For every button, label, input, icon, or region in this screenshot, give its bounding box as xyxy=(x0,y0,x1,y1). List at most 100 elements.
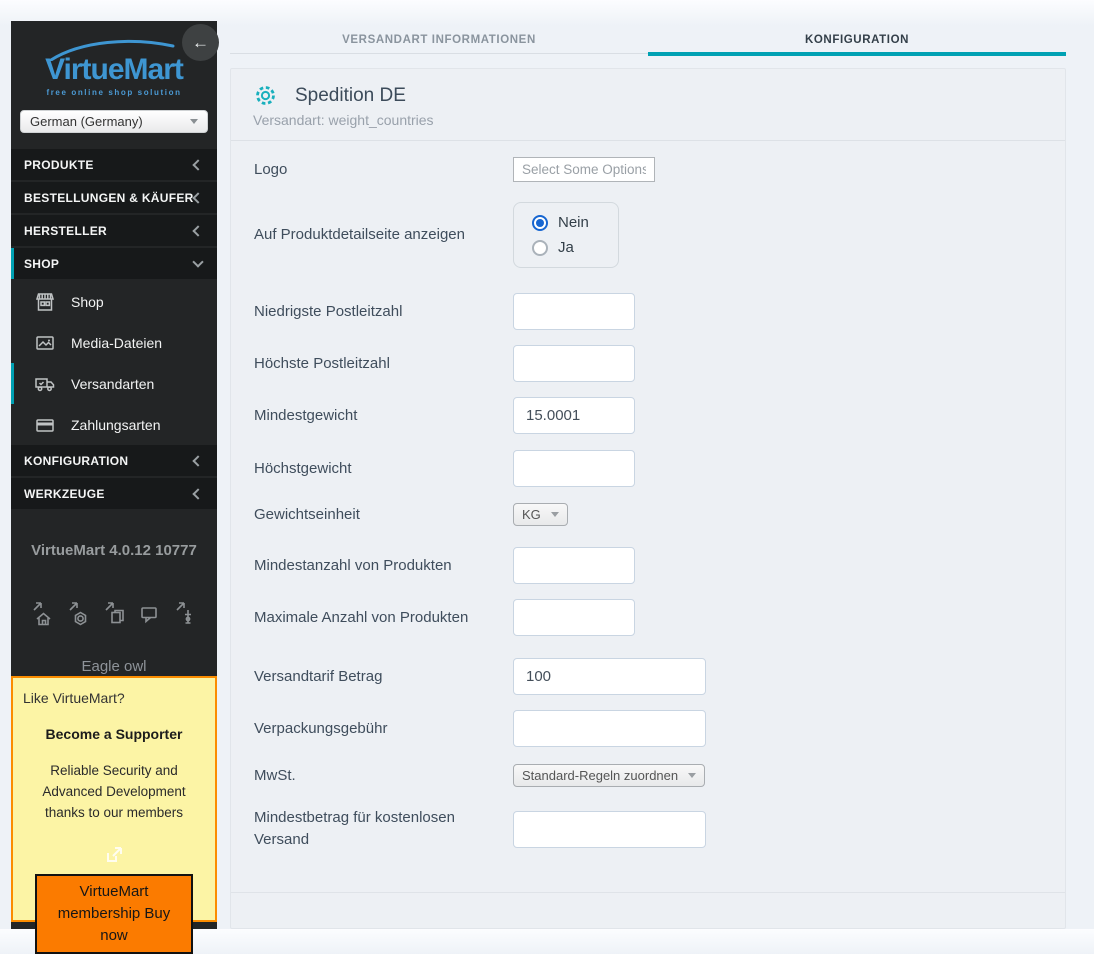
gear-icon xyxy=(253,83,278,108)
form-row: MwSt. Standard-Regeln zuordnen xyxy=(254,764,1065,787)
submenu-label: Versandarten xyxy=(71,376,154,392)
sidebar-item-versandarten[interactable]: Versandarten xyxy=(11,363,217,404)
field-label: Auf Produktdetailseite anzeigen xyxy=(254,224,513,246)
logo-swoosh-icon xyxy=(45,37,185,61)
field-label: Logo xyxy=(254,159,513,181)
submenu-label: Media-Dateien xyxy=(71,335,162,351)
external-link-icon xyxy=(23,845,205,870)
form-row: Gewichtseinheit KG xyxy=(254,503,1065,526)
config-panel: Spedition DE Versandart: weight_countrie… xyxy=(230,68,1066,929)
panel-header: Spedition DE Versandart: weight_countrie… xyxy=(231,69,1065,141)
config-form: Logo Auf Produktdetailseite anzeigen Nei… xyxy=(231,141,1065,893)
menu-label: KONFIGURATION xyxy=(24,454,128,468)
form-row: Niedrigste Postleitzahl xyxy=(254,293,1065,330)
docs-link-icon[interactable] xyxy=(101,600,128,627)
field-label: Gewichtseinheit xyxy=(254,504,513,526)
radio-label: Ja xyxy=(558,239,574,256)
radio-unchecked-icon xyxy=(532,240,548,256)
image-icon xyxy=(33,331,57,355)
select-value: KG xyxy=(522,507,541,522)
form-row: Logo xyxy=(254,157,1065,182)
package-fee-input[interactable] xyxy=(513,710,706,747)
field-label: MwSt. xyxy=(254,765,513,787)
radio-option-nein[interactable]: Nein xyxy=(532,214,618,231)
form-row: Versandtarif Betrag xyxy=(254,658,1065,695)
page-title: Spedition DE xyxy=(295,85,406,107)
lowest-zip-input[interactable] xyxy=(513,293,635,330)
menu-label: SHOP xyxy=(24,257,59,271)
chevron-down-icon xyxy=(688,773,696,778)
field-label: Mindestgewicht xyxy=(254,405,513,427)
tab-bar: VERSANDART INFORMATIONEN KONFIGURATION xyxy=(230,24,1066,54)
max-products-input[interactable] xyxy=(513,599,635,636)
field-label: Höchste Postleitzahl xyxy=(254,353,513,375)
home-link-icon[interactable] xyxy=(29,600,56,627)
form-bottom-divider xyxy=(231,892,1065,893)
credit-card-icon xyxy=(33,413,57,437)
sidebar-item-shop[interactable]: SHOP xyxy=(11,248,217,279)
sidebar-menu: PRODUKTE BESTELLUNGEN & KÄUFER HERSTELLE… xyxy=(11,149,217,509)
extensions-link-icon[interactable] xyxy=(172,600,199,627)
select-value: Standard-Regeln zuordnen xyxy=(522,768,678,783)
field-label: Niedrigste Postleitzahl xyxy=(254,301,513,323)
sidebar-item-werkzeuge[interactable]: WERKZEUGE xyxy=(11,478,217,509)
field-label: Versandtarif Betrag xyxy=(254,666,513,688)
shipment-cost-input[interactable] xyxy=(513,658,706,695)
field-label: Maximale Anzahl von Produkten xyxy=(254,607,513,629)
security-link-icon[interactable] xyxy=(65,600,92,627)
submenu-label: Shop xyxy=(71,294,104,310)
field-label: Mindestbetrag für kostenlosen Versand xyxy=(254,807,513,851)
page-subtitle: Versandart: weight_countries xyxy=(253,112,1043,128)
logo-tagline: free online shop solution xyxy=(11,88,217,97)
field-label: Höchstgewicht xyxy=(254,458,513,480)
language-select[interactable]: German (Germany) xyxy=(20,110,208,133)
version-text: VirtueMart 4.0.12 10777 xyxy=(11,542,217,559)
shop-name-text: Eagle owl xyxy=(11,658,217,675)
left-arrow-icon: ← xyxy=(192,34,209,51)
chevron-left-icon xyxy=(192,488,203,499)
min-products-input[interactable] xyxy=(513,547,635,584)
sidebar-item-konfiguration[interactable]: KONFIGURATION xyxy=(11,445,217,476)
sidebar-item-zahlungsarten[interactable]: Zahlungsarten xyxy=(11,404,217,445)
form-row: Höchstgewicht xyxy=(254,450,1065,487)
chevron-left-icon xyxy=(192,225,203,236)
form-row: Mindestbetrag für kostenlosen Versand xyxy=(254,807,1065,851)
sidebar-item-media-dateien[interactable]: Media-Dateien xyxy=(11,322,217,363)
tax-select[interactable]: Standard-Regeln zuordnen xyxy=(513,764,705,787)
radio-checked-icon xyxy=(532,215,548,231)
min-weight-input[interactable] xyxy=(513,397,635,434)
submenu-label: Zahlungsarten xyxy=(71,417,161,433)
promo-body: Reliable Security and Advanced Developme… xyxy=(23,760,205,823)
form-row: Verpackungsgebühr xyxy=(254,710,1065,747)
field-label: Mindestanzahl von Produkten xyxy=(254,555,513,577)
free-shipping-min-input[interactable] xyxy=(513,811,706,848)
weight-unit-select[interactable]: KG xyxy=(513,503,568,526)
form-row: Maximale Anzahl von Produkten xyxy=(254,599,1065,636)
sidebar-item-shop-config[interactable]: Shop xyxy=(11,281,217,322)
chevron-down-icon xyxy=(192,256,203,267)
membership-buy-button[interactable]: VirtueMart membership Buy now xyxy=(35,874,193,954)
shop-submenu: Shop Media-Dateien Versandarten xyxy=(11,281,217,445)
sidebar-item-produkte[interactable]: PRODUKTE xyxy=(11,149,217,180)
chevron-left-icon xyxy=(192,455,203,466)
max-weight-input[interactable] xyxy=(513,450,635,487)
promo-question: Like VirtueMart? xyxy=(23,690,205,706)
forum-link-icon[interactable] xyxy=(136,600,163,627)
form-row: Auf Produktdetailseite anzeigen Nein Ja xyxy=(254,202,1065,268)
field-label: Verpackungsgebühr xyxy=(254,718,513,740)
logo-multiselect-input[interactable] xyxy=(513,157,655,182)
chevron-left-icon xyxy=(192,159,203,170)
sidebar-collapse-button[interactable]: ← xyxy=(182,24,219,61)
external-links-row xyxy=(11,600,217,627)
chevron-left-icon xyxy=(192,192,203,203)
tab-konfiguration[interactable]: KONFIGURATION xyxy=(648,24,1066,53)
tab-versandart-informationen[interactable]: VERSANDART INFORMATIONEN xyxy=(230,24,648,53)
radio-option-ja[interactable]: Ja xyxy=(532,239,618,256)
sidebar-item-hersteller[interactable]: HERSTELLER xyxy=(11,215,217,246)
sidebar-item-bestellungen[interactable]: BESTELLUNGEN & KÄUFER xyxy=(11,182,217,213)
form-row: Mindestanzahl von Produkten xyxy=(254,547,1065,584)
highest-zip-input[interactable] xyxy=(513,345,635,382)
menu-label: HERSTELLER xyxy=(24,224,107,238)
storefront-icon xyxy=(33,290,57,314)
menu-label: WERKZEUGE xyxy=(24,487,105,501)
